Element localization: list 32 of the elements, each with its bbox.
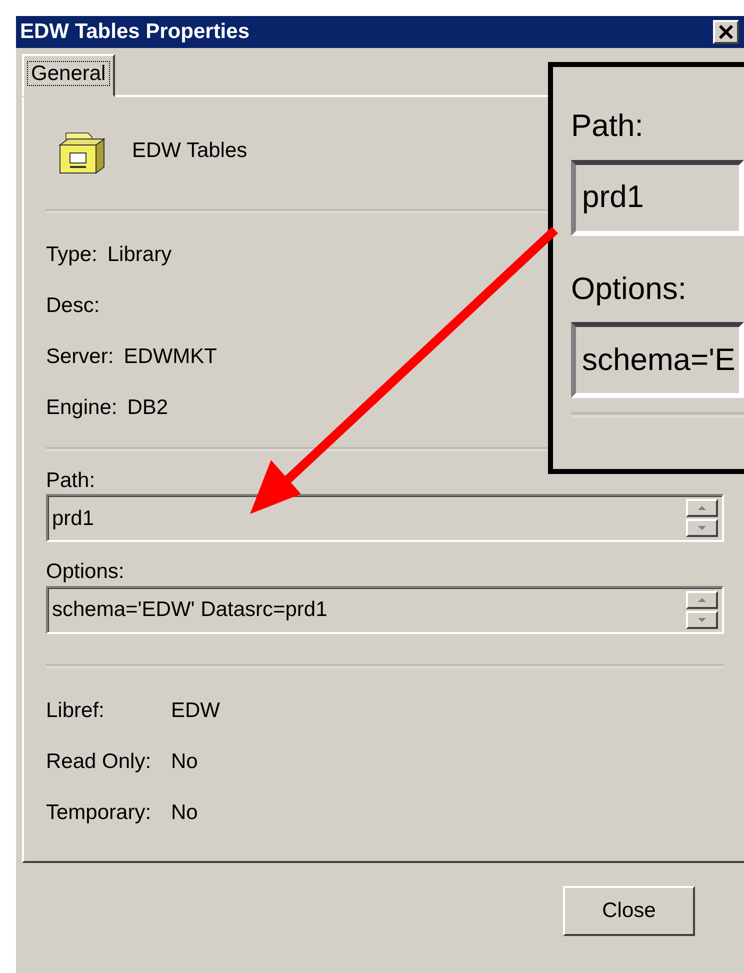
field-label: Libref: — [46, 698, 106, 724]
field-value: EDW — [171, 698, 221, 724]
field-value: Library — [107, 242, 172, 268]
field-value: EDWMKT — [124, 344, 218, 370]
field-value: No — [171, 749, 199, 776]
spin-down-button[interactable] — [686, 610, 718, 629]
spin-down-button[interactable] — [686, 519, 718, 538]
up-triangle-icon — [697, 596, 707, 604]
spin-up-button[interactable] — [686, 590, 718, 609]
field-label: Options: — [571, 270, 688, 308]
field-label: Path: — [571, 107, 644, 145]
field-label: Desc: — [46, 292, 100, 319]
text-field[interactable]: prd1 — [46, 494, 724, 542]
field-label: Read Only: — [46, 749, 152, 776]
down-triangle-icon — [697, 524, 707, 532]
field-value: No — [171, 800, 199, 826]
item-name: EDW Tables — [132, 138, 248, 164]
field-label: Server: — [46, 344, 114, 370]
field-label: Engine: — [46, 394, 118, 421]
text-field[interactable]: schema='EDW' Datasrc=prd1 — [46, 586, 724, 634]
up-triangle-icon — [697, 504, 707, 512]
close-button[interactable]: Close — [563, 886, 695, 936]
field-value: DB2 — [127, 394, 168, 421]
field-label: Temporary: — [46, 800, 152, 826]
close-icon[interactable] — [713, 20, 739, 44]
down-triangle-icon — [697, 616, 707, 624]
window-title: EDW Tables Properties — [16, 16, 744, 48]
tab[interactable]: General — [22, 54, 115, 97]
field-label: Type: — [46, 242, 98, 268]
field-label: Path: — [46, 468, 96, 494]
spin-up-button[interactable] — [686, 499, 718, 518]
field-label: Options: — [46, 559, 126, 586]
